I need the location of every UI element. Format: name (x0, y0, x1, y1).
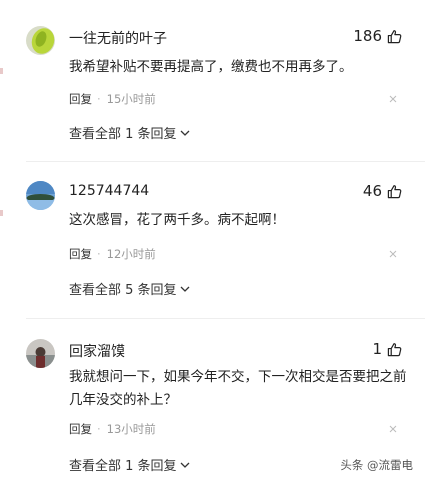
like-button[interactable]: 1 (372, 340, 402, 358)
comment-text: 我希望补贴不要再提高了，缴费也不用再多了。 (69, 59, 353, 75)
view-all-replies-label: 查看全部 1 条回复 (69, 127, 177, 142)
reply-button[interactable]: 回复 (69, 246, 92, 262)
edge-mark (0, 210, 3, 216)
thumbs-up-icon (387, 184, 402, 198)
timestamp: 13小时前 (106, 422, 156, 436)
divider (26, 161, 425, 162)
comment-meta: 回复 · 12小时前 (69, 246, 156, 262)
like-count: 1 (372, 340, 382, 358)
username[interactable]: 回家溜馍 (69, 341, 125, 361)
view-all-replies-label: 查看全部 5 条回复 (69, 283, 177, 298)
username[interactable]: 125744744 (69, 183, 149, 199)
reply-button[interactable]: 回复 (69, 91, 92, 107)
like-button[interactable]: 46 (363, 182, 402, 200)
avatar-leaf-image (26, 26, 55, 55)
chevron-down-icon (180, 286, 190, 292)
separator-dot: · (97, 247, 101, 261)
username[interactable]: 一往无前的叶子 (69, 28, 167, 48)
divider (26, 318, 425, 319)
chevron-down-icon (180, 130, 190, 136)
comment-meta: 回复 · 15小时前 (69, 91, 156, 107)
like-count: 46 (362, 182, 382, 200)
comment-text: 这次感冒，花了两千多。病不起啊！ (69, 212, 285, 228)
avatar-person-image (26, 339, 55, 368)
close-icon[interactable] (389, 250, 397, 258)
watermark: 头条 @流雷电 (340, 458, 413, 472)
view-all-replies-link[interactable]: 查看全部 1 条回复 (69, 123, 190, 142)
close-icon[interactable] (389, 425, 397, 433)
chevron-down-icon (180, 462, 190, 468)
avatar-landscape-image (26, 181, 55, 210)
thumbs-up-icon (387, 342, 402, 356)
like-button[interactable]: 186 (353, 27, 402, 45)
avatar[interactable] (26, 26, 55, 55)
comment-meta: 回复 · 13小时前 (69, 421, 156, 437)
view-all-replies-label: 查看全部 1 条回复 (69, 459, 177, 474)
like-count: 186 (353, 27, 382, 45)
separator-dot: · (97, 92, 101, 106)
view-all-replies-link[interactable]: 查看全部 1 条回复 (69, 455, 190, 474)
timestamp: 12小时前 (106, 247, 156, 261)
separator-dot: · (97, 422, 101, 436)
avatar[interactable] (26, 339, 55, 368)
timestamp: 15小时前 (106, 92, 156, 106)
edge-mark (0, 68, 3, 74)
thumbs-up-icon (387, 29, 402, 43)
close-icon[interactable] (389, 95, 397, 103)
avatar[interactable] (26, 181, 55, 210)
comment-text: 我就想问一下，如果今年不交，下一次相交是否要把之前几年没交的补上？ (69, 369, 407, 408)
view-all-replies-link[interactable]: 查看全部 5 条回复 (69, 279, 190, 298)
reply-button[interactable]: 回复 (69, 421, 92, 437)
